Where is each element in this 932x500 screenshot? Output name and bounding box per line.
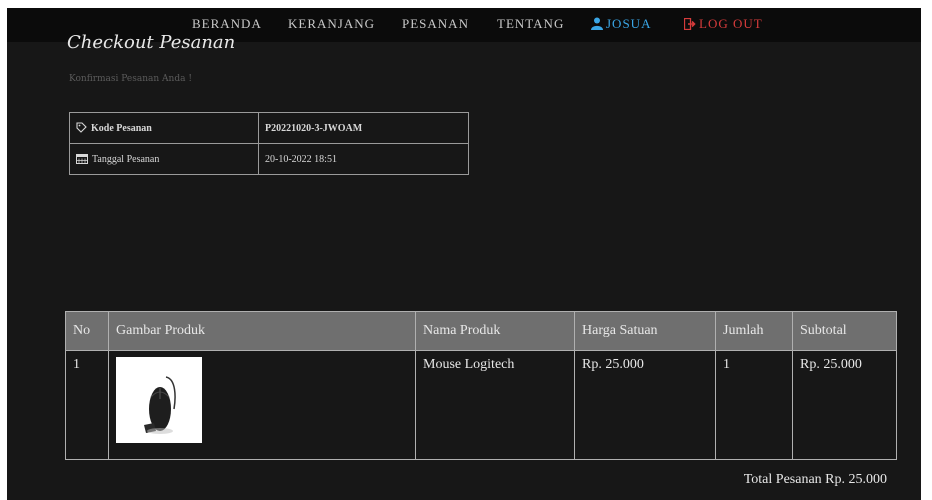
cell-no: 1 xyxy=(65,350,109,460)
page-frame: BERANDA KERANJANG PESANAN TENTANG JOSUA … xyxy=(7,8,921,500)
product-image xyxy=(116,357,202,443)
nav-keranjang[interactable]: KERANJANG xyxy=(288,16,375,32)
info-label-code: Kode Pesanan xyxy=(69,112,259,144)
page-title: Checkout Pesanan xyxy=(67,32,236,53)
col-subtotal: Subtotal xyxy=(792,311,897,351)
table-row: 1 Mouse Logitech Rp. 25.000 1 Rp. 25.000 xyxy=(65,350,897,460)
info-value-code: P20221020-3-JWOAM xyxy=(258,112,469,144)
nav-tentang[interactable]: TENTANG xyxy=(497,16,564,32)
cell-price: Rp. 25.000 xyxy=(574,350,716,460)
col-no: No xyxy=(65,311,109,351)
col-harga: Harga Satuan xyxy=(574,311,716,351)
page-subtitle: Konfirmasi Pesanan Anda ! xyxy=(69,74,192,84)
cell-name: Mouse Logitech xyxy=(415,350,575,460)
col-jumlah: Jumlah xyxy=(715,311,793,351)
table-header: No Gambar Produk Nama Produk Harga Satua… xyxy=(65,311,897,351)
cell-image xyxy=(108,350,416,460)
nav-user-label: JOSUA xyxy=(606,16,652,31)
info-label-date: Tanggal Pesanan xyxy=(69,143,259,175)
logout-icon xyxy=(684,18,696,30)
col-gambar: Gambar Produk xyxy=(108,311,416,351)
nav-beranda[interactable]: BERANDA xyxy=(192,16,262,32)
product-table: No Gambar Produk Nama Produk Harga Satua… xyxy=(65,311,897,460)
calendar-icon xyxy=(76,154,88,164)
order-info-table: Kode Pesanan P20221020-3-JWOAM Tanggal P… xyxy=(69,112,469,175)
tag-icon xyxy=(76,122,87,133)
user-icon xyxy=(591,17,603,30)
info-value-date: 20-10-2022 18:51 xyxy=(258,143,469,175)
mouse-image xyxy=(144,376,176,434)
order-total: Total Pesanan Rp. 25.000 xyxy=(743,472,887,487)
nav-logout-label: LOG OUT xyxy=(699,16,763,31)
info-row-date: Tanggal Pesanan 20-10-2022 18:51 xyxy=(69,143,469,175)
nav-pesanan[interactable]: PESANAN xyxy=(402,16,469,32)
cell-subtotal: Rp. 25.000 xyxy=(792,350,897,460)
nav-logout[interactable]: LOG OUT xyxy=(684,16,763,32)
info-row-code: Kode Pesanan P20221020-3-JWOAM xyxy=(69,112,469,144)
cell-qty: 1 xyxy=(715,350,793,460)
nav-user[interactable]: JOSUA xyxy=(591,16,651,32)
col-nama: Nama Produk xyxy=(415,311,575,351)
